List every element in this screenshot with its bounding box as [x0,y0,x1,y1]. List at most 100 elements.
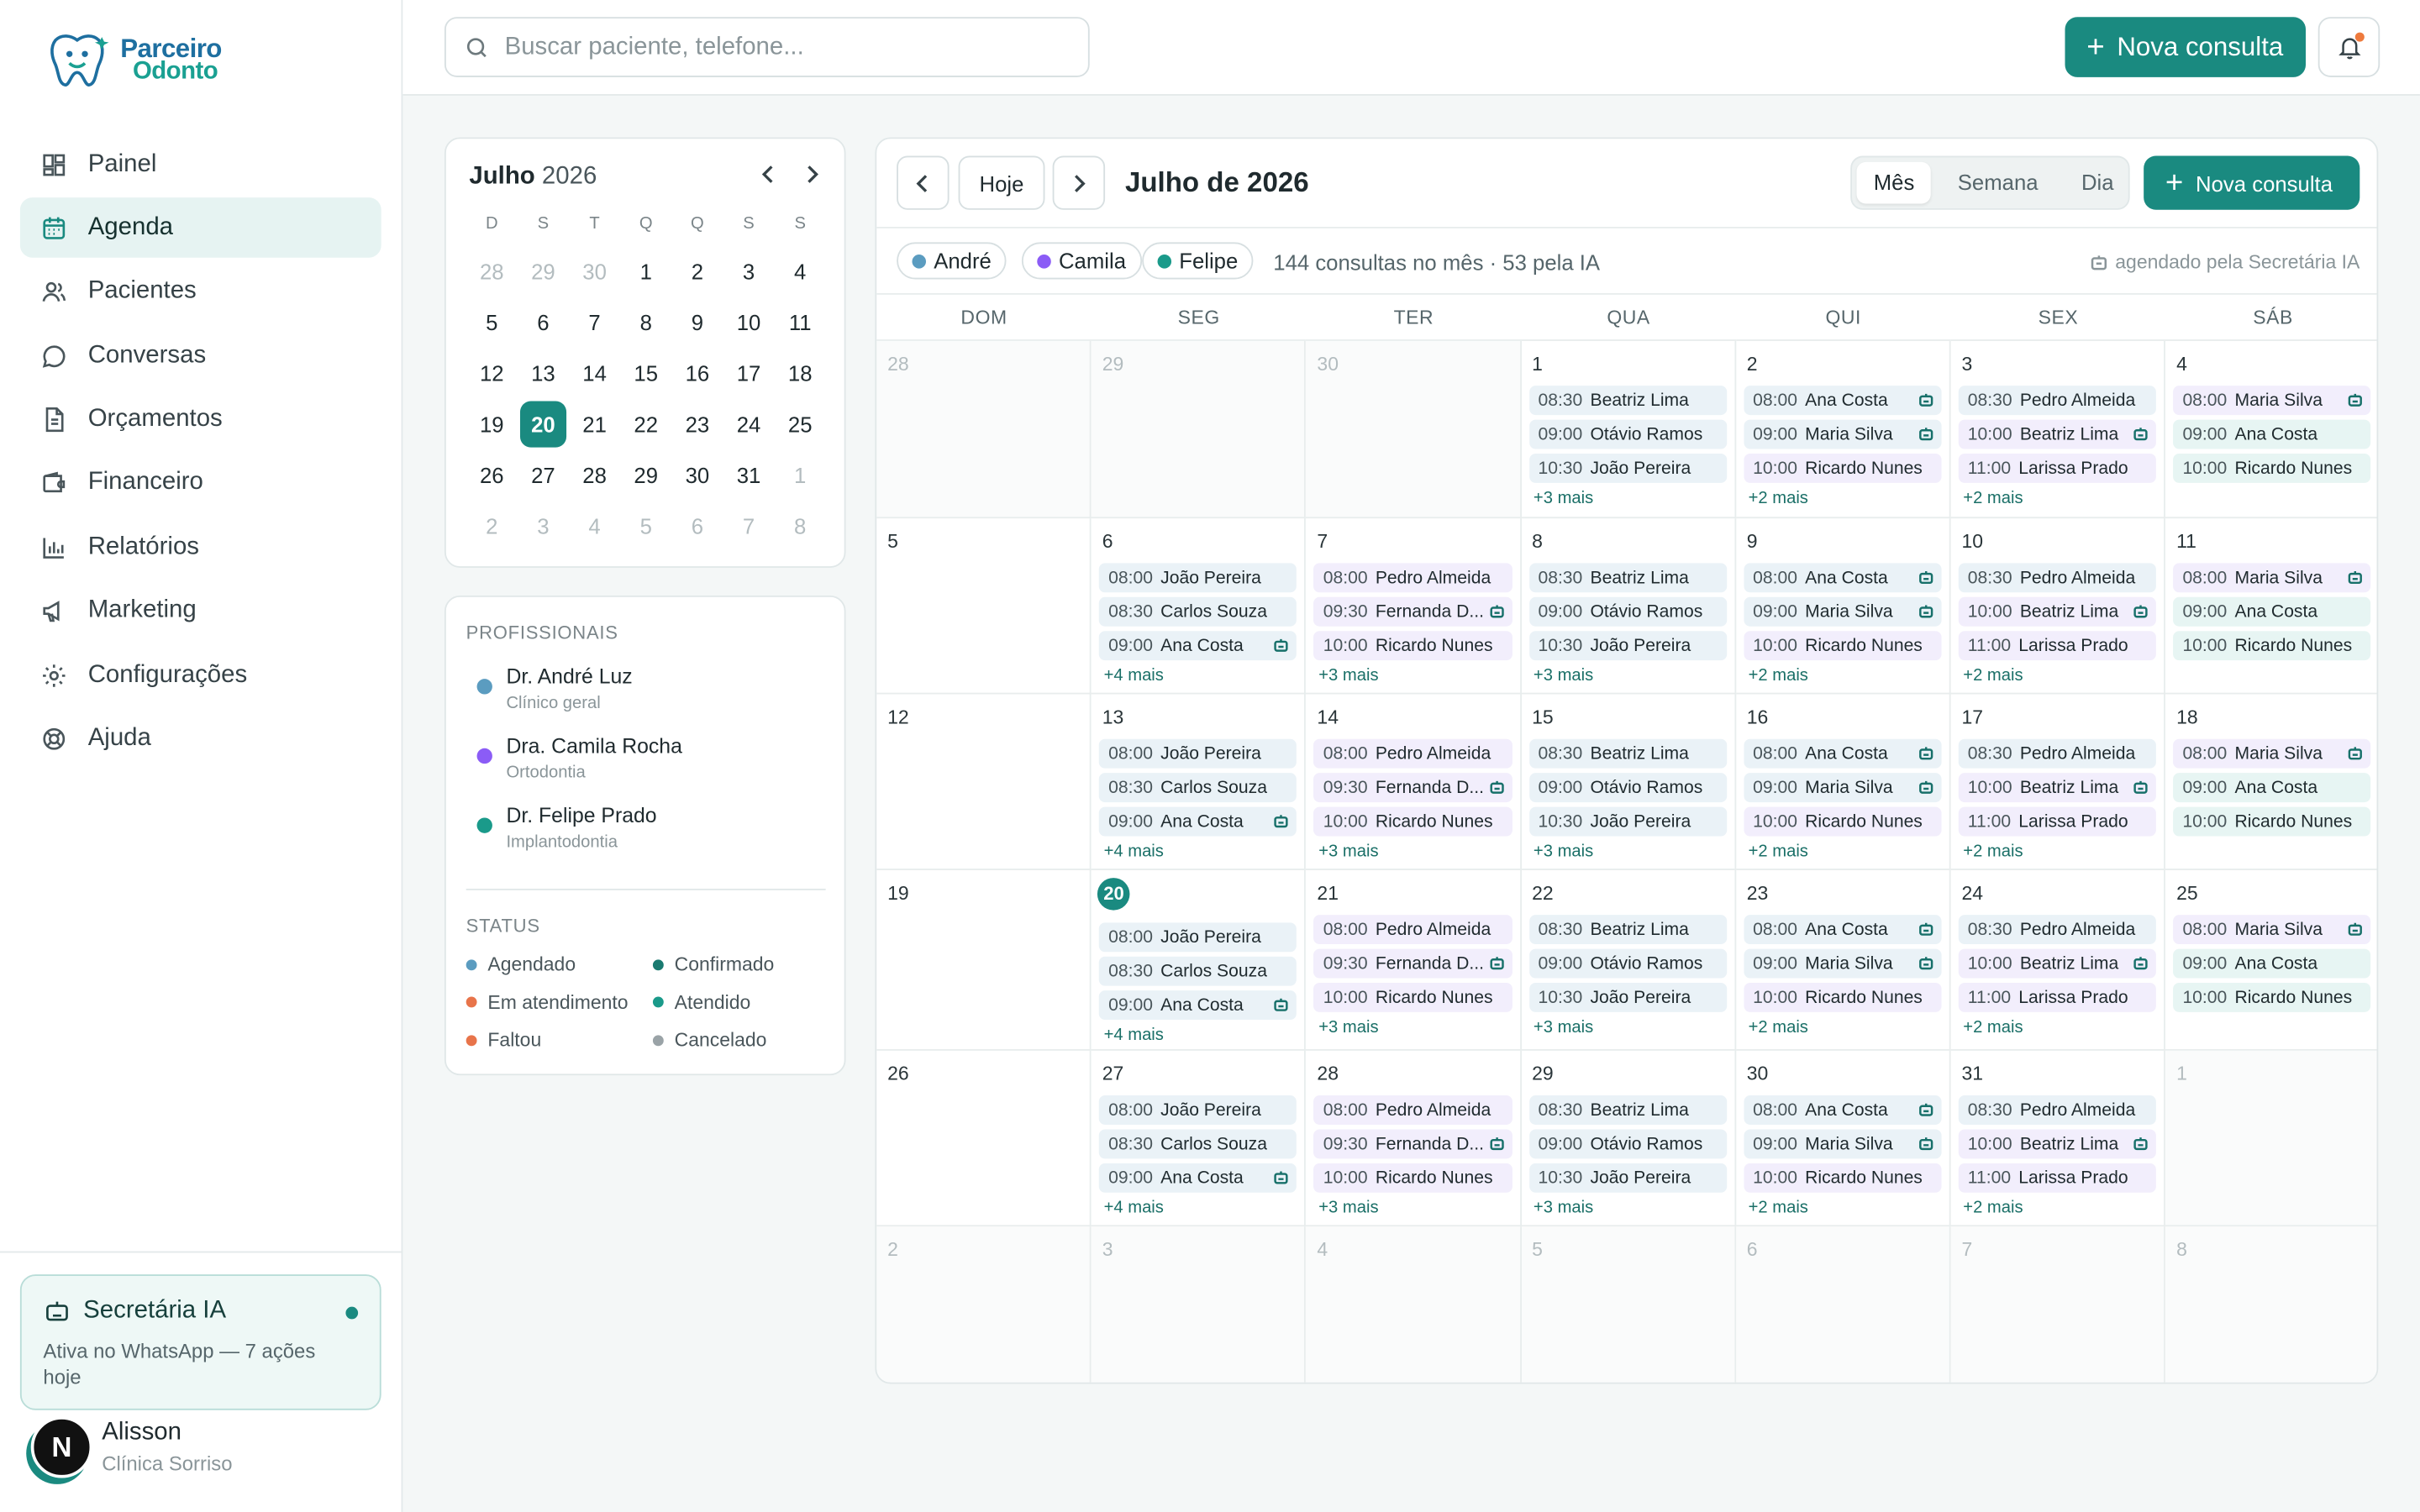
professional-item[interactable]: Dr. Felipe Prado Implantodontia [476,804,657,852]
appointment[interactable]: 08:00 Ana Costa [1744,738,1942,769]
appointment[interactable]: 08:00 Maria Silva [2173,738,2371,769]
appointment[interactable]: 10:00 Ricardo Nunes [2173,982,2371,1012]
calendar-day-cell[interactable]: 20 08:00 João Pereira 08:30 Carlos Souza… [1091,869,1307,1051]
view-option[interactable]: Semana [1941,162,2055,204]
appointment[interactable]: 08:30 Carlos Souza [1099,596,1297,627]
professional-item[interactable]: Dr. André Luz Clínico geral [476,665,633,713]
appointment[interactable]: 09:00 Otávio Ramos [1528,1129,1727,1159]
more-appointments-link[interactable]: +3 mais [1318,666,1378,685]
calendar-day-cell[interactable]: 6 08:00 João Pereira 08:30 Carlos Souza … [1091,518,1307,695]
today-button[interactable]: Hoje [958,155,1045,210]
mini-day[interactable]: 6 [671,503,723,554]
appointment[interactable]: 10:00 Ricardo Nunes [2173,631,2371,661]
appointment[interactable]: 08:00 Maria Silva [2173,915,2371,945]
more-appointments-link[interactable]: +4 mais [1104,1199,1164,1217]
sidebar-item-painel[interactable]: Painel [20,134,381,195]
more-appointments-link[interactable]: +4 mais [1104,1026,1164,1044]
mini-day[interactable]: 19 [466,402,518,453]
appointment[interactable]: 09:00 Ana Costa [2173,596,2371,627]
appointment[interactable]: 08:00 Pedro Almeida [1313,915,1512,945]
appointment[interactable]: 09:00 Ana Costa [1099,631,1297,661]
appointment[interactable]: 09:30 Fernanda D... [1313,948,1512,979]
more-appointments-link[interactable]: +2 mais [1749,666,1808,685]
chevron-right-icon[interactable] [801,164,823,186]
appointment[interactable]: 09:00 Otávio Ramos [1528,596,1727,627]
more-appointments-link[interactable]: +3 mais [1534,666,1593,685]
appointment[interactable]: 08:00 João Pereira [1099,738,1297,769]
appointment[interactable]: 10:00 Beatriz Lima [1958,948,2157,979]
appointment[interactable]: 10:00 Ricardo Nunes [1744,982,1942,1012]
appointment[interactable]: 08:30 Carlos Souza [1099,773,1297,803]
appointment[interactable]: 08:30 Beatriz Lima [1528,738,1727,769]
calendar-day-cell[interactable]: 6 [1735,1226,1951,1383]
sidebar-item-ajuda[interactable]: Ajuda [20,709,381,769]
calendar-day-cell[interactable]: 28 [876,340,1092,519]
mini-day[interactable]: 29 [518,249,569,300]
appointment[interactable]: 10:00 Ricardo Nunes [1313,982,1512,1012]
calendar-day-cell[interactable]: 28 08:00 Pedro Almeida 09:30 Fernanda D.… [1306,1050,1522,1227]
logo[interactable]: Parceiro Odonto [43,31,222,90]
appointment[interactable]: 10:30 João Pereira [1528,982,1727,1012]
appointment[interactable]: 10:00 Beatriz Lima [1958,596,2157,627]
more-appointments-link[interactable]: +3 mais [1534,1018,1593,1037]
more-appointments-link[interactable]: +3 mais [1534,1199,1593,1217]
appointment[interactable]: 09:30 Fernanda D... [1313,1129,1512,1159]
mini-day[interactable]: 14 [569,350,620,402]
appointment[interactable]: 09:00 Maria Silva [1744,1129,1942,1159]
mini-day[interactable]: 21 [569,402,620,453]
appointment[interactable]: 11:00 Larissa Prado [1958,806,2157,837]
appointment[interactable]: 09:00 Otávio Ramos [1528,773,1727,803]
calendar-day-cell[interactable]: 29 [1091,340,1307,519]
appointment[interactable]: 10:30 João Pereira [1528,453,1727,483]
mini-day[interactable]: 30 [671,452,723,503]
ai-secretary-card[interactable]: Secretária IA Ativa no WhatsApp — 7 açõe… [19,1274,381,1410]
mini-day[interactable]: 26 [466,452,518,503]
appointment[interactable]: 10:00 Ricardo Nunes [1744,806,1942,837]
calendar-day-cell[interactable]: 24 08:30 Pedro Almeida 10:00 Beatriz Lim… [1950,869,2166,1051]
appointment[interactable]: 08:30 Pedro Almeida [1958,1095,2157,1125]
more-appointments-link[interactable]: +2 mais [1963,1018,2023,1037]
appointment[interactable]: 08:00 Maria Silva [2173,563,2371,593]
calendar-day-cell[interactable]: 23 08:00 Ana Costa 09:00 Maria Silva 10:… [1735,869,1951,1051]
appointment[interactable]: 10:00 Ricardo Nunes [1744,631,1942,661]
view-option[interactable]: Mês [1856,161,1932,204]
appointment[interactable]: 09:00 Ana Costa [1099,990,1297,1021]
appointment[interactable]: 09:00 Ana Costa [1099,1163,1297,1193]
mini-day-today[interactable]: 20 [518,401,569,453]
appointment[interactable]: 08:30 Pedro Almeida [1958,563,2157,593]
calendar-day-cell[interactable]: 1 08:30 Beatriz Lima 09:00 Otávio Ramos … [1521,340,1736,519]
appointment[interactable]: 08:00 Maria Silva [2173,386,2371,416]
view-option[interactable]: Dia [2065,162,2131,204]
appointment[interactable]: 11:00 Larissa Prado [1958,982,2157,1012]
sidebar-item-conversas[interactable]: Conversas [20,326,381,386]
mini-day[interactable]: 2 [671,249,723,300]
appointment[interactable]: 08:30 Carlos Souza [1099,956,1297,986]
appointment[interactable]: 10:00 Ricardo Nunes [1313,1163,1512,1193]
appointment[interactable]: 09:00 Ana Costa [2173,773,2371,803]
more-appointments-link[interactable]: +3 mais [1318,1018,1378,1037]
new-appointment-button[interactable]: + Nova consulta [2065,17,2307,77]
appointment[interactable]: 11:00 Larissa Prado [1958,1163,2157,1193]
appointment[interactable]: 09:00 Ana Costa [1099,806,1297,837]
professional-filter-chip[interactable]: André [897,242,1007,280]
calendar-day-cell[interactable]: 31 08:30 Pedro Almeida 10:00 Beatriz Lim… [1950,1050,2166,1227]
calendar-day-cell[interactable]: 3 08:30 Pedro Almeida 10:00 Beatriz Lima… [1950,340,2166,519]
appointment[interactable]: 08:30 Beatriz Lima [1528,915,1727,945]
appointment[interactable]: 08:30 Beatriz Lima [1528,1095,1727,1125]
appointment[interactable]: 08:00 Ana Costa [1744,1095,1942,1125]
sidebar-item-agenda[interactable]: Agenda [19,197,381,259]
mini-day[interactable]: 5 [620,503,671,554]
appointment[interactable]: 09:00 Maria Silva [1744,419,1942,449]
more-appointments-link[interactable]: +2 mais [1963,489,2023,507]
mini-day[interactable]: 6 [518,299,569,350]
mini-day[interactable]: 16 [671,350,723,402]
calendar-day-cell[interactable]: 9 08:00 Ana Costa 09:00 Maria Silva 10:0… [1735,518,1951,695]
appointment[interactable]: 09:00 Maria Silva [1744,948,1942,979]
calendar-new-appointment-button[interactable]: + Nova consulta [2144,155,2360,210]
calendar-day-cell[interactable]: 21 08:00 Pedro Almeida 09:30 Fernanda D.… [1306,869,1522,1051]
appointment[interactable]: 10:00 Ricardo Nunes [1744,453,1942,483]
appointment[interactable]: 09:00 Otávio Ramos [1528,419,1727,449]
mini-day[interactable]: 15 [620,350,671,402]
appointment[interactable]: 08:30 Beatriz Lima [1528,563,1727,593]
appointment[interactable]: 09:00 Ana Costa [2173,419,2371,449]
